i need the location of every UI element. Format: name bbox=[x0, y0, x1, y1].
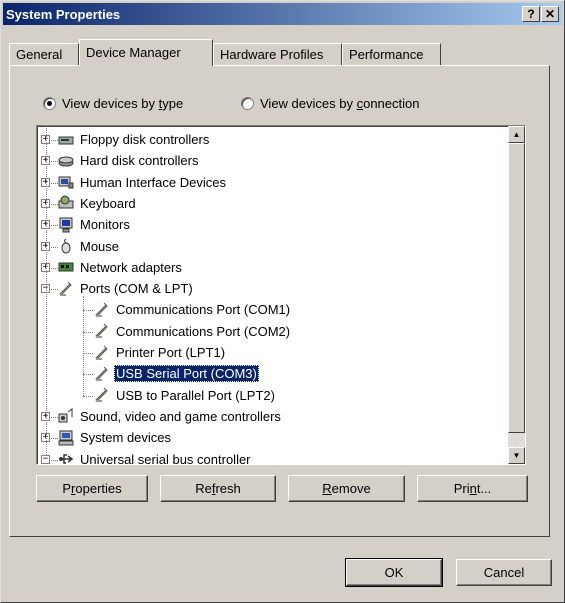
usb-icon bbox=[58, 451, 74, 464]
remove-button[interactable]: Remove bbox=[288, 475, 405, 502]
radio-view-by-connection[interactable]: View devices by connection bbox=[241, 96, 419, 111]
tree-item-label: Hard disk controllers bbox=[80, 153, 199, 169]
collapse-icon[interactable]: − bbox=[41, 454, 50, 464]
tree-connector bbox=[83, 353, 93, 354]
tree-item-label: Network adapters bbox=[80, 259, 182, 275]
tree-item-label: Mouse bbox=[80, 238, 120, 254]
tree-category-item[interactable]: Ports (COM & LPT) bbox=[58, 278, 195, 299]
computer-icon bbox=[58, 430, 74, 446]
tree-item-label: Keyboard bbox=[80, 195, 136, 211]
refresh-button[interactable]: Re f resh bbox=[160, 475, 276, 502]
radio-label: View devices by type bbox=[62, 96, 184, 111]
tree-child-item[interactable]: USB to Parallel Port (LPT2) bbox=[94, 385, 277, 406]
device-tree[interactable]: Floppy disk controllers + Hard disk contro… bbox=[36, 125, 526, 465]
tree-child-item[interactable]: Communications Port (COM2) bbox=[94, 321, 292, 342]
tree-category-item[interactable]: Monitors bbox=[58, 214, 132, 235]
tree-connector bbox=[51, 225, 58, 227]
tree-item-label: Communications Port (COM1) bbox=[116, 302, 291, 318]
print-button[interactable]: Pri n t... bbox=[417, 475, 528, 502]
tree-connector bbox=[51, 459, 58, 461]
tab-general[interactable]: General bbox=[9, 43, 79, 65]
tree-category-item[interactable]: Hard disk controllers bbox=[58, 150, 201, 171]
tree-connector bbox=[83, 310, 93, 312]
tree-connector bbox=[51, 289, 58, 291]
radio-button[interactable] bbox=[43, 97, 56, 110]
tree-connector bbox=[83, 296, 84, 396]
close-button[interactable]: ✕ bbox=[541, 6, 559, 22]
tree-connector bbox=[51, 267, 58, 269]
tree-connector bbox=[51, 182, 58, 184]
device-manager-panel: View devices by type View devices by con… bbox=[9, 65, 550, 537]
tree-category-item[interactable]: Keyboard bbox=[58, 193, 138, 214]
sound-device-icon bbox=[58, 408, 74, 424]
scroll-up-button[interactable]: ▲ bbox=[508, 126, 525, 143]
tree-item-label: Printer Port (LPT1) bbox=[116, 345, 226, 360]
tab-performance[interactable]: Performance bbox=[342, 43, 441, 65]
tree-item-label: System devices bbox=[80, 430, 172, 446]
tree-connector bbox=[51, 140, 58, 141]
tree-item-label: Human Interface Devices bbox=[80, 174, 226, 190]
radio-view-by-type[interactable]: View devices by type bbox=[43, 96, 183, 111]
tree-item-label: Ports (COM & LPT) bbox=[80, 281, 193, 297]
port-connector-icon bbox=[94, 387, 110, 403]
tree-connector bbox=[83, 395, 93, 397]
tree-item-label: Floppy disk controllers bbox=[80, 132, 210, 147]
port-connector-icon bbox=[94, 366, 110, 382]
tree-connector bbox=[51, 416, 58, 418]
help-button[interactable]: ? bbox=[522, 6, 540, 22]
tree-child-item[interactable]: Communications Port (COM1) bbox=[94, 299, 292, 320]
tree-item-label: Monitors bbox=[80, 217, 130, 233]
tree-connector bbox=[83, 331, 93, 333]
radio-dot bbox=[245, 101, 250, 106]
window-title: System Properties bbox=[6, 6, 121, 22]
properties-button[interactable]: Pr operties bbox=[36, 475, 148, 502]
radio-label: View devices by connection bbox=[260, 96, 420, 111]
tree-category-item[interactable]: Network adapters bbox=[58, 257, 184, 278]
tree-category-item[interactable]: Floppy disk controllers bbox=[58, 129, 211, 150]
vertical-scrollbar[interactable]: ▲ ▼ bbox=[508, 126, 525, 464]
tree-item-label: USB Serial Port (COM3) bbox=[114, 365, 259, 383]
tree-item-label: Communications Port (COM2) bbox=[116, 323, 291, 339]
tree-category-item[interactable]: Sound, video and game controllers bbox=[58, 406, 283, 427]
monitor-icon bbox=[58, 217, 74, 233]
port-connector-icon bbox=[58, 281, 74, 297]
keyboard-icon bbox=[58, 195, 74, 211]
port-connector-icon bbox=[94, 345, 110, 361]
tree-category-item[interactable]: System devices bbox=[58, 427, 173, 448]
mouse-icon bbox=[58, 238, 74, 254]
title-bar[interactable]: System Properties ? ✕ bbox=[3, 3, 562, 25]
system-properties-dialog: System Properties ? ✕ General Device Man… bbox=[0, 0, 565, 603]
floppy-drive-icon bbox=[58, 132, 74, 148]
tree-item-label: Universal serial bus controller bbox=[80, 451, 251, 465]
tree-connector bbox=[46, 126, 47, 455]
radio-dot bbox=[47, 101, 52, 106]
cancel-button[interactable]: Cancel bbox=[456, 559, 552, 586]
tree-connector bbox=[51, 246, 58, 248]
ok-button[interactable]: OK bbox=[345, 558, 443, 587]
tree-child-item[interactable]: Printer Port (LPT1) bbox=[94, 342, 227, 363]
port-connector-icon bbox=[94, 302, 110, 318]
tree-item-label: Sound, video and game controllers bbox=[80, 408, 281, 424]
port-connector-icon bbox=[94, 323, 110, 339]
tree-connector bbox=[51, 203, 58, 205]
scroll-thumb[interactable] bbox=[508, 143, 525, 433]
tree-connector bbox=[83, 374, 93, 376]
network-card-icon bbox=[58, 259, 74, 275]
tree-category-item[interactable]: Human Interface Devices bbox=[58, 172, 228, 193]
tree-child-item[interactable]: USB Serial Port (COM3) bbox=[94, 363, 259, 384]
scroll-down-button[interactable]: ▼ bbox=[508, 447, 525, 464]
hid-device-icon bbox=[58, 174, 74, 190]
tree-connector bbox=[51, 161, 58, 163]
tab-hardware-profiles[interactable]: Hardware Profiles bbox=[213, 43, 342, 65]
device-tree-list: Floppy disk controllers + Hard disk contro… bbox=[37, 126, 497, 464]
tab-device-manager[interactable]: Device Manager bbox=[79, 39, 213, 66]
tree-item-label: USB to Parallel Port (LPT2) bbox=[116, 387, 275, 403]
tree-category-item[interactable]: Mouse bbox=[58, 236, 121, 257]
tree-connector bbox=[51, 438, 58, 440]
radio-button[interactable] bbox=[241, 97, 254, 110]
hard-disk-icon bbox=[58, 153, 74, 169]
tree-category-item[interactable]: Universal serial bus controller bbox=[58, 449, 253, 465]
